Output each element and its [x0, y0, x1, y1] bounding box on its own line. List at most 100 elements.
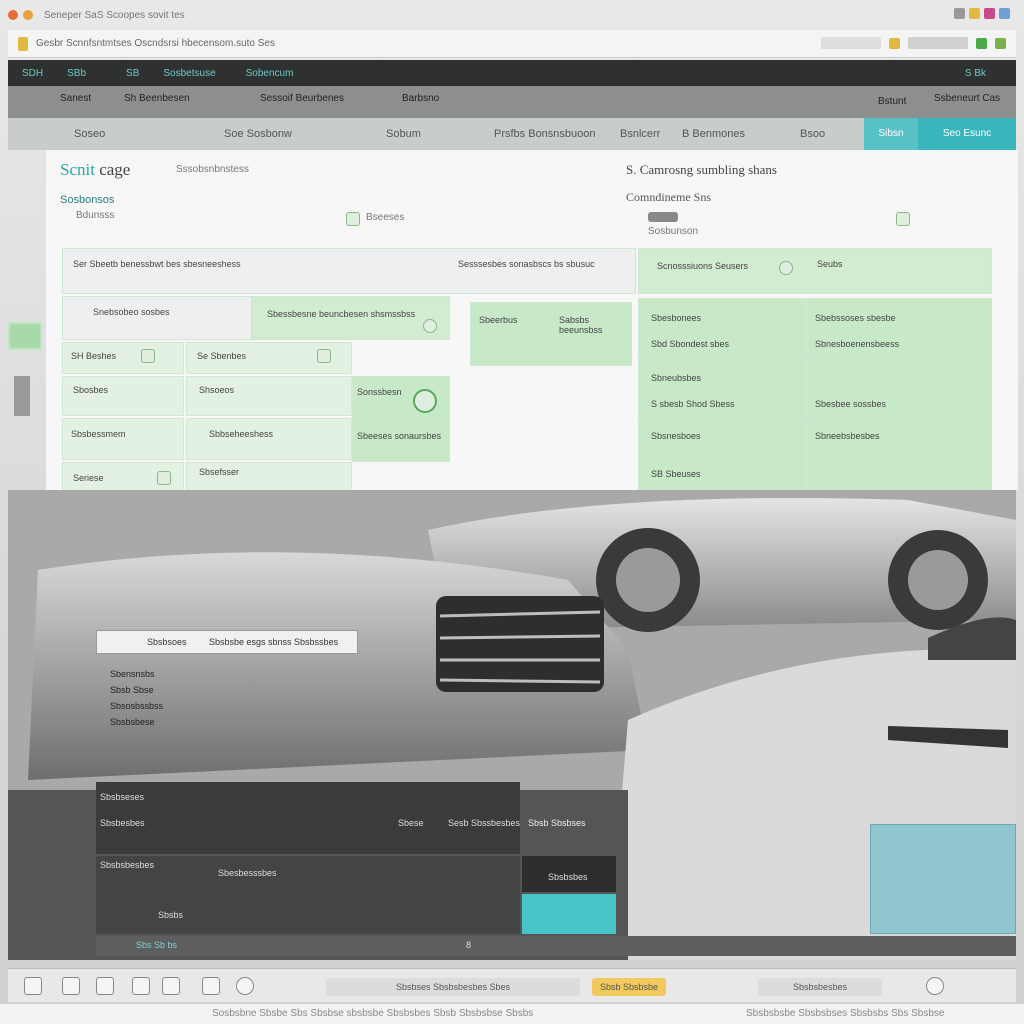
minimize-window-icon[interactable]	[23, 10, 33, 20]
globe-icon[interactable]	[96, 977, 114, 995]
subheader-item[interactable]: Sh Beenbesen	[124, 93, 190, 104]
nav-item[interactable]: Sobencum	[246, 68, 294, 79]
calendar-icon[interactable]	[162, 977, 180, 995]
clock-icon[interactable]	[926, 977, 944, 995]
nav-right[interactable]: S Bk	[965, 68, 986, 79]
form-item[interactable]: Sbsbsbese	[110, 714, 163, 730]
teal-card[interactable]	[522, 894, 616, 934]
right-label: Sosbunson	[648, 226, 699, 237]
row-label: Sbsbesbes	[100, 818, 145, 828]
sub-header: Sanest Sh Beenbesen Sessoif Beurbenes Ba…	[8, 86, 1016, 118]
main-panel: Scnit cage Sssobsnbnstess Sosbonsos Bdun…	[46, 150, 1018, 500]
doc-icon	[141, 349, 155, 363]
grid-cell[interactable]: Sbsnesboes SB Sbeuses	[638, 418, 806, 490]
grid-cell[interactable]: Sbneubsbes S sbesb Shod Sbess	[638, 358, 806, 418]
extension-icon[interactable]	[984, 8, 995, 19]
list-item[interactable]: Sbessbesne beuncbesen shsmssbss	[252, 296, 450, 340]
tab-row: Soseo Soe Sosbonw Sobum Prsfbs Bonsnsbuo…	[8, 118, 1016, 150]
list-item[interactable]: Snebsobeo sosbes	[62, 296, 252, 340]
title-meta: Sssobsnbnstess	[176, 164, 249, 175]
profile-icon[interactable]	[999, 8, 1010, 19]
subheader-item[interactable]: Ssbeneurt Cas	[934, 93, 1000, 104]
form-item[interactable]: Sbensnsbs	[110, 666, 163, 682]
subheader-item[interactable]: Bstunt	[878, 96, 906, 107]
row-label: Sbesbesssbes	[218, 868, 277, 878]
list-item[interactable]: Sonssbesn Sbeeses sonaursbes	[352, 376, 450, 462]
car-photo: Sbsbsoes Sbsbsbe esgs sbnss Sbsbssbes Sb…	[8, 490, 1016, 960]
printer-icon[interactable]	[202, 977, 220, 995]
user-icon[interactable]	[779, 261, 793, 275]
tab-active-secondary[interactable]: Sibsn	[864, 118, 918, 150]
row-header: Ser Sbeetb benessbwt bes sbesneeshess Se…	[62, 248, 636, 294]
shield-icon[interactable]	[976, 37, 987, 49]
person-icon	[157, 471, 171, 485]
chat-icon[interactable]	[236, 977, 254, 995]
top-nav: SDH SBb SB Sosbetsuse Sobencum S Bk	[8, 60, 1016, 86]
tab[interactable]: B Benmones	[682, 128, 745, 140]
grid-cell[interactable]: Sbneebsbesbes	[806, 418, 992, 490]
nav-item[interactable]: SDH	[22, 68, 43, 79]
tab[interactable]: Bsnlcerr	[620, 128, 660, 140]
list-item[interactable]: SH Beshes	[62, 342, 184, 374]
grid-cell[interactable]: Sbebssoses sbesbe Sbnesboenensbeess	[806, 298, 992, 358]
footer: Sosbsbne Sbsbe Sbs Sbsbse sbsbsbe Sbsbsb…	[0, 1004, 1024, 1024]
grid-cell[interactable]: Sbesbee sossbes	[806, 358, 992, 418]
star-icon[interactable]	[889, 37, 900, 49]
section-sublabel: Bdunsss	[76, 210, 115, 221]
list-item[interactable]: Sbsbessmem	[62, 418, 184, 460]
info-icon	[423, 319, 437, 333]
right-title: S. Camrosng sumbling shans	[626, 162, 777, 177]
subheader-item[interactable]: Sessoif Beurbenes	[260, 93, 344, 104]
row-label: Sbese	[398, 818, 424, 828]
nav-item[interactable]: Sosbetsuse	[163, 68, 215, 79]
address-bar[interactable]: Gesbr Scnnfsntmtses Oscndsrsi hbecensom.…	[8, 30, 1016, 58]
doc-icon[interactable]	[132, 977, 150, 995]
filter-icon[interactable]	[346, 212, 360, 226]
title-bar: Seneper SaS Scoopes sovit tes	[8, 2, 1016, 28]
tab[interactable]: Sobum	[386, 128, 421, 140]
page-title: Scnit cage	[60, 160, 131, 179]
menu-icon[interactable]	[954, 8, 965, 19]
tab[interactable]: Prsfbs Bonsnsbuoon	[494, 128, 596, 140]
taskbar: Sbsbses Sbsbsbesbes Sbes Sbsb Sbsbsbe Sb…	[8, 968, 1016, 1002]
address-action[interactable]	[821, 37, 881, 49]
puzzle-icon[interactable]	[995, 37, 1006, 49]
row-header-right: Scnosssiuons Seusers Seubs	[638, 248, 992, 294]
folder-icon[interactable]	[62, 977, 80, 995]
start-icon[interactable]	[24, 977, 42, 995]
address-field-right[interactable]	[908, 37, 968, 49]
tab[interactable]: Bsoo	[800, 128, 825, 140]
grid-cell[interactable]: Sbesbonees Sbd Sbondest sbes	[638, 298, 806, 358]
side-scroll-handle[interactable]	[14, 376, 30, 416]
footer-right: Sbsbsbsbe Sbsbsbses Sbsbsbs Sbs Sbsbse	[746, 1008, 945, 1019]
form-item[interactable]: Sbsosbssbss	[110, 698, 163, 714]
card-label: Sbsbsbes	[548, 872, 588, 882]
taskbar-item[interactable]: Sbsbses Sbsbsbesbes Sbes	[326, 978, 580, 996]
form-item[interactable]: Sbsb Sbse	[110, 682, 163, 698]
form-header[interactable]: Sbsbsoes Sbsbsbe esgs sbnss Sbsbssbes	[96, 630, 358, 654]
subheader-item[interactable]: Sanest	[60, 93, 91, 104]
window-title: Seneper SaS Scoopes sovit tes	[44, 9, 185, 21]
taskbar-item[interactable]: Sbsbsbesbes	[758, 978, 882, 996]
toggle-icon[interactable]	[648, 212, 678, 222]
target-icon[interactable]	[413, 389, 437, 413]
side-toggle[interactable]	[8, 322, 42, 350]
nav-item[interactable]: SBb	[67, 68, 86, 79]
list-item[interactable]: Sbeerbus Sabsbs beeunsbss	[470, 302, 632, 366]
list-item[interactable]: Se Sbenbes	[186, 342, 352, 374]
tab[interactable]: Soseo	[74, 128, 105, 140]
bookmark-icon[interactable]	[969, 8, 980, 19]
tab[interactable]: Soe Sosbonw	[224, 128, 292, 140]
site-icon	[18, 36, 28, 51]
list-item[interactable]: Sbosbes	[62, 376, 184, 416]
tab-active[interactable]: Seo Esunc	[918, 118, 1016, 150]
preview-card[interactable]	[870, 824, 1016, 934]
list-item[interactable]: Shsoeos	[186, 376, 352, 416]
footer-left: Sosbsbne Sbsbe Sbs Sbsbse sbsbsbe Sbsbsb…	[212, 1008, 534, 1019]
list-item[interactable]: Sbbseheeshess	[186, 418, 352, 460]
nav-item[interactable]: SB	[126, 68, 139, 79]
close-window-icon[interactable]	[8, 10, 18, 20]
subheader-item[interactable]: Barbsno	[402, 93, 439, 104]
settings-icon[interactable]	[896, 212, 910, 226]
taskbar-item-active[interactable]: Sbsb Sbsbsbe	[592, 978, 666, 996]
